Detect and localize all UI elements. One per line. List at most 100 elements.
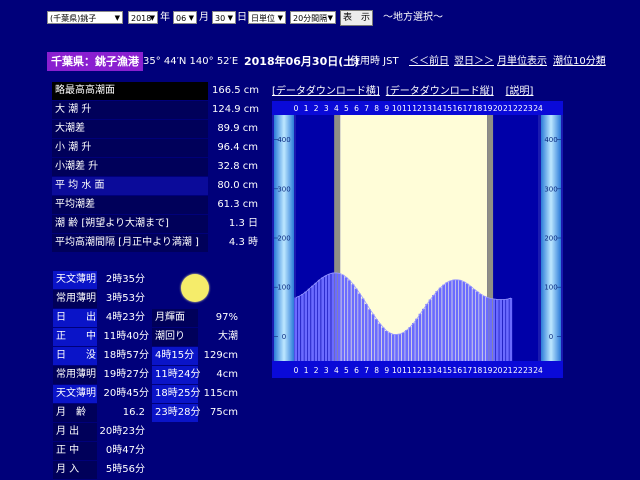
x-tick-label-top: 4	[334, 104, 339, 113]
tide-bar	[354, 288, 358, 361]
tide-bar	[398, 333, 402, 361]
tide-event-time: 4時15分	[152, 347, 198, 365]
year-select[interactable]: 2018 ▼	[128, 11, 158, 24]
sun-value: 4時23分	[105, 312, 145, 323]
y-tick-label-left: 0	[282, 333, 286, 341]
span-select[interactable]: 日単位 ▼	[248, 11, 286, 24]
tide-bar	[455, 279, 459, 361]
x-tick-label-top: 18	[473, 104, 483, 113]
tide-bar	[311, 285, 314, 361]
stats-label: 略最高高潮面	[52, 82, 208, 100]
tide-bar	[385, 330, 388, 361]
tide-bar	[314, 282, 318, 361]
stats-label: 大 潮 升	[52, 101, 208, 119]
tide-bar	[432, 295, 435, 361]
stats-row: 大 潮 升 124.9 cm	[52, 101, 260, 119]
tide-bar	[364, 303, 368, 361]
stats-label: 平均潮差	[52, 196, 208, 214]
x-tick-label-bottom: 20	[493, 366, 503, 375]
chevron-down-icon: ▼	[327, 14, 333, 22]
tide-10class-link[interactable]: 潮位10分類	[553, 52, 606, 71]
tide-bar	[462, 281, 466, 361]
y-tick-label-left: 100	[277, 284, 290, 292]
stats-value: 1.3 日	[228, 218, 258, 229]
moon-row: 月 出 20時23分	[53, 423, 149, 441]
download-horizontal-link[interactable]: [データダウンロード横]	[272, 86, 380, 97]
stats-value: 166.5 cm	[212, 85, 260, 96]
day-select[interactable]: 30 ▼	[212, 11, 236, 24]
tide-event-level: 4cm	[216, 369, 238, 380]
tide-bar	[334, 272, 338, 361]
sun-row: 常用薄明 3時53分	[53, 290, 149, 308]
interval-select[interactable]: 20分間隔 ▼	[290, 11, 336, 24]
tide-bar	[465, 283, 469, 361]
x-tick-label-bottom: 24	[533, 366, 543, 375]
month-select[interactable]: 06 ▼	[173, 11, 197, 24]
tide-bar	[482, 296, 486, 361]
prefecture-select-value: (千葉県)銚子	[50, 14, 97, 23]
stats-row: 平均高潮間隔 [月正中より満潮 ] 4.3 時	[52, 234, 260, 252]
tide-bar	[425, 303, 429, 361]
sun-label: 天文薄明	[53, 271, 97, 289]
tide-bar	[294, 297, 298, 361]
help-link[interactable]: [説明]	[506, 86, 534, 97]
show-button[interactable]: 表 示	[340, 10, 373, 26]
moon-value: 16.2	[122, 407, 145, 418]
full-moon-icon	[181, 274, 209, 302]
download-vertical-link[interactable]: [データダウンロード縦]	[386, 86, 494, 97]
moon-row: 月 齢 16.2	[53, 404, 149, 422]
x-tick-label-top: 15	[442, 104, 452, 113]
y-tick-label-left: 300	[277, 185, 290, 193]
timezone-label: 使用時 JST	[350, 56, 399, 67]
tide-event-time: 18時25分	[152, 385, 200, 403]
tide-bar	[458, 280, 462, 361]
moon-illum-value: 97%	[215, 312, 238, 323]
coordinates: 35° 44′N 140° 52′E	[143, 56, 239, 67]
tide-event-time: 11時24分	[152, 366, 200, 384]
interval-select-value: 20分間隔	[293, 14, 328, 23]
tide-cycle-row: 潮回り 大潮	[152, 328, 240, 346]
y-tick-label-left: 400	[277, 136, 290, 144]
x-tick-label-top: 3	[324, 104, 329, 113]
tide-bar	[495, 299, 499, 361]
prefecture-select[interactable]: (千葉県)銚子 ▼	[47, 11, 123, 24]
tide-bar	[348, 280, 351, 361]
tide-bar	[381, 327, 385, 361]
tide-bar	[304, 291, 308, 361]
sun-value: 18時57分	[103, 350, 149, 361]
x-tick-label-top: 14	[432, 104, 442, 113]
x-tick-label-top: 8	[374, 104, 379, 113]
moon-label: 月 齢	[53, 404, 97, 422]
x-tick-label-bottom: 19	[483, 366, 493, 375]
x-tick-label-bottom: 0	[294, 366, 299, 375]
stats-value: 96.4 cm	[217, 142, 258, 153]
month-view-link[interactable]: 月単位表示	[497, 52, 547, 71]
x-tick-label-bottom: 5	[344, 366, 349, 375]
tide-bar	[344, 277, 348, 361]
x-tick-label-bottom: 4	[334, 366, 339, 375]
x-tick-label-bottom: 21	[503, 366, 513, 375]
x-tick-label-bottom: 6	[354, 366, 359, 375]
x-tick-label-top: 6	[354, 104, 359, 113]
tide-bar	[391, 334, 395, 361]
x-tick-label-top: 9	[384, 104, 389, 113]
x-tick-label-top: 23	[523, 104, 533, 113]
moon-row: 正 中 0時47分	[53, 442, 149, 460]
tide-bar	[358, 293, 361, 361]
prev-day-link[interactable]: ＜＜前日	[409, 52, 449, 71]
stats-label: 小 潮 升	[52, 139, 208, 157]
tide-bar	[321, 277, 324, 361]
tide-bar	[331, 272, 335, 361]
next-day-link[interactable]: 翌日＞＞	[454, 52, 494, 71]
stats-value: 89.9 cm	[217, 123, 258, 134]
x-tick-label-bottom: 2	[314, 366, 319, 375]
x-tick-label-top: 7	[364, 104, 369, 113]
tide-event-row: 23時28分 75cm	[152, 404, 240, 422]
sun-value: 2時35分	[105, 274, 145, 285]
sun-label: 日 没	[53, 347, 97, 365]
moon-illum-label: 月輝面	[152, 309, 198, 327]
tide-cycle-label: 潮回り	[152, 328, 198, 346]
chevron-down-icon: ▼	[188, 14, 194, 22]
region-select-link[interactable]: ～地方選択～	[383, 11, 443, 24]
tide-event-level: 129cm	[203, 350, 238, 361]
